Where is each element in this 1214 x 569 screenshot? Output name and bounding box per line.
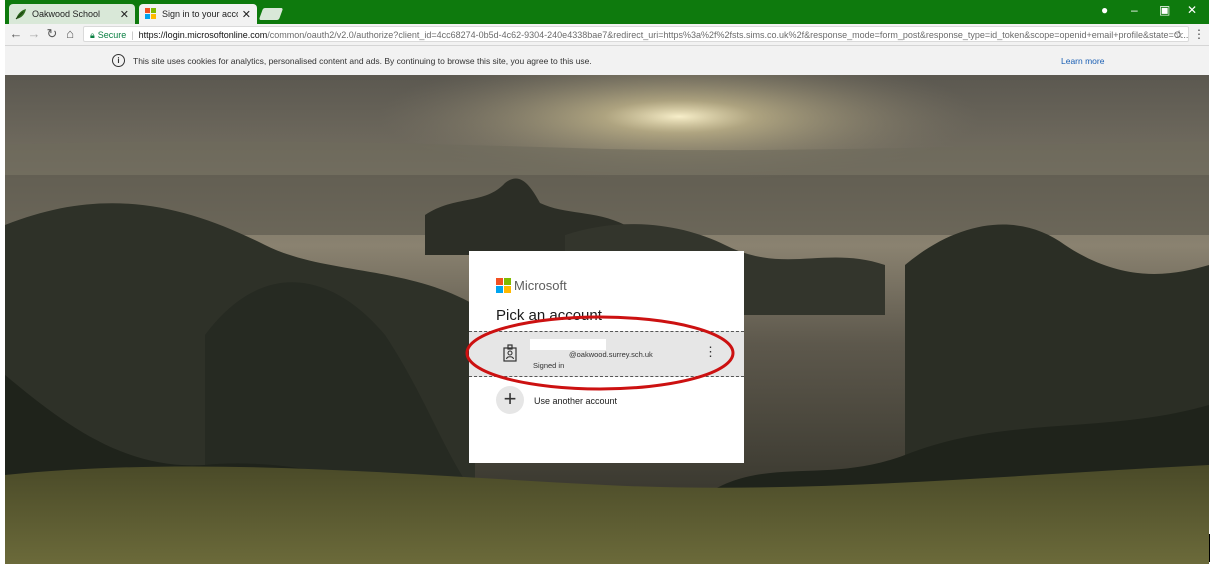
page-title: Pick an account: [496, 307, 602, 324]
cookie-text: This site uses cookies for analytics, pe…: [133, 56, 592, 66]
leaf-favicon-icon: [15, 9, 26, 20]
use-another-account-button[interactable]: + Use another account: [469, 385, 744, 417]
close-icon[interactable]: ✕: [242, 8, 251, 21]
close-window-icon[interactable]: ✕: [1187, 3, 1197, 17]
tab-strip: Oakwood School ✕ Sign in to your account…: [5, 0, 1209, 24]
microsoft-favicon-icon: [145, 8, 157, 20]
sign-in-dialog: Microsoft Pick an account @oakwood.surre…: [469, 251, 744, 463]
address-bar[interactable]: 🔒︎ Secure | https://login.microsoftonline.c…: [83, 26, 1189, 42]
microsoft-logo-icon: [496, 278, 511, 293]
secure-label: Secure: [97, 30, 127, 40]
brand-name: Microsoft: [514, 278, 567, 293]
home-icon[interactable]: ⌂: [63, 26, 77, 41]
reload-icon[interactable]: ↻: [45, 26, 59, 42]
profile-icon[interactable]: ●: [1101, 3, 1108, 17]
restore-icon[interactable]: ▣: [1159, 3, 1170, 17]
redacted-account-name: [530, 339, 606, 350]
tab-label: Sign in to your account: [162, 9, 238, 19]
close-icon[interactable]: ✕: [120, 8, 129, 21]
badge-icon: [503, 344, 517, 362]
url-path: /common/oauth2/v2.0/authorize?client_id=…: [267, 30, 1189, 40]
cookie-bar: i This site uses cookies for analytics, …: [5, 46, 1209, 75]
new-tab-button[interactable]: [258, 8, 284, 20]
menu-icon[interactable]: ⋮: [1193, 27, 1205, 41]
tab-oakwood-school[interactable]: Oakwood School ✕: [9, 4, 135, 24]
account-email: @oakwood.surrey.sch.uk: [569, 350, 653, 359]
learn-more-link[interactable]: Learn more: [1061, 56, 1104, 66]
back-icon[interactable]: ←: [9, 26, 23, 41]
browser-toolbar: ← → ↻ ⌂ 🔒︎ Secure | https://login.microsoft…: [5, 24, 1209, 46]
text-cursor: [1209, 534, 1210, 562]
use-another-account-label: Use another account: [534, 396, 618, 406]
account-tile[interactable]: @oakwood.surrey.sch.uk Signed in ⋮: [469, 331, 744, 377]
minimize-icon[interactable]: –: [1131, 3, 1138, 17]
browser-window: Oakwood School ✕ Sign in to your account…: [5, 0, 1209, 564]
tab-sign-in[interactable]: Sign in to your account ✕: [139, 4, 257, 24]
forward-icon[interactable]: →: [27, 26, 41, 41]
star-icon[interactable]: ☆: [1174, 27, 1184, 41]
account-status: Signed in: [533, 361, 565, 370]
tab-label: Oakwood School: [32, 9, 101, 19]
url-host: https://login.microsoftonline.com: [138, 30, 268, 40]
plus-icon: +: [496, 386, 524, 414]
lock-icon: 🔒︎: [90, 30, 95, 40]
info-icon: i: [112, 54, 125, 67]
more-options-icon[interactable]: ⋮: [704, 345, 717, 358]
